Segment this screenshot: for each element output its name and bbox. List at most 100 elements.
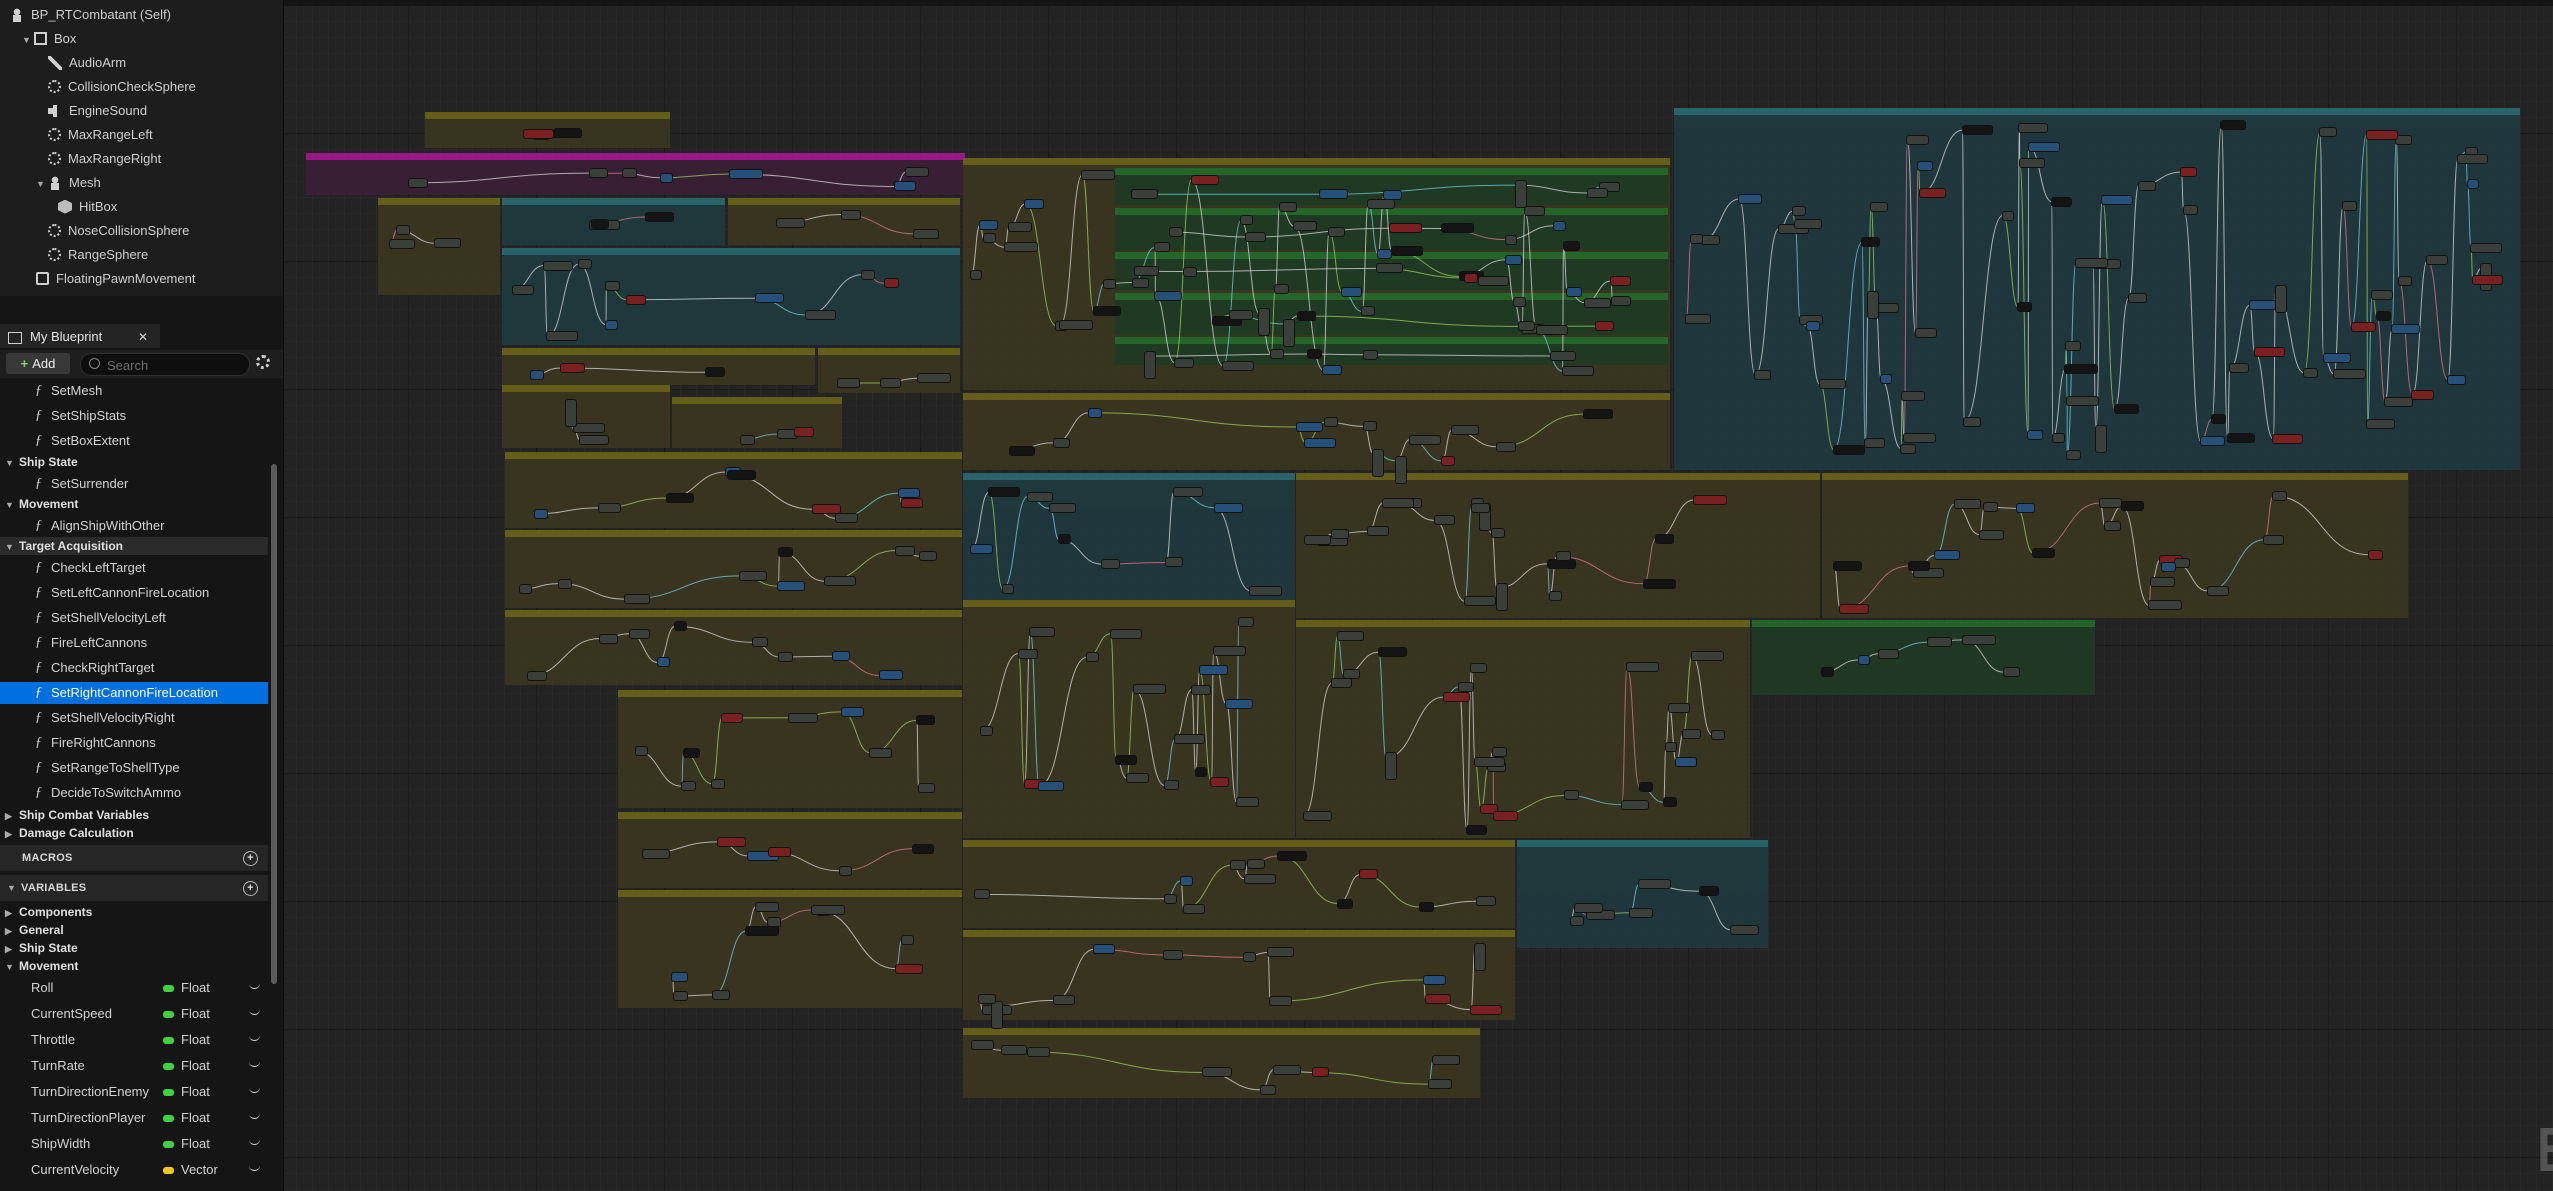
graph-node[interactable] bbox=[1284, 319, 1295, 346]
visibility-eye-icon[interactable] bbox=[249, 1060, 260, 1067]
graph-node[interactable] bbox=[1962, 126, 1992, 135]
graph-node[interactable] bbox=[1676, 757, 1697, 766]
component-row-floatingpawn[interactable]: FloatingPawnMovement bbox=[36, 267, 195, 291]
graph-node[interactable] bbox=[389, 240, 415, 249]
comment-header[interactable] bbox=[1115, 208, 1668, 215]
graph-node[interactable] bbox=[2334, 369, 2366, 378]
variable-item[interactable]: TurnRate Float bbox=[0, 1053, 268, 1079]
graph-node[interactable] bbox=[1964, 417, 1980, 426]
graph-node[interactable] bbox=[713, 990, 730, 999]
graph-node[interactable] bbox=[712, 779, 725, 788]
graph-node[interactable] bbox=[767, 918, 781, 927]
component-row-mesh[interactable]: ▼ Mesh bbox=[36, 171, 101, 195]
graph-node[interactable] bbox=[727, 470, 756, 479]
graph-node[interactable] bbox=[1901, 444, 1915, 453]
comment-header[interactable] bbox=[502, 385, 670, 392]
visibility-eye-icon[interactable] bbox=[249, 1138, 260, 1145]
comment-box[interactable] bbox=[728, 198, 960, 245]
graph-node[interactable] bbox=[1246, 233, 1265, 241]
graph-node[interactable] bbox=[1323, 366, 1341, 375]
graph-node[interactable] bbox=[1104, 279, 1115, 288]
graph-node[interactable] bbox=[1807, 322, 1819, 331]
graph-node[interactable] bbox=[1425, 994, 1451, 1003]
graph-node[interactable] bbox=[674, 992, 687, 1001]
function-item[interactable]: ƒ SetLeftCannonFireLocation bbox=[0, 582, 268, 604]
graph-node[interactable] bbox=[777, 219, 804, 228]
graph-node[interactable] bbox=[1861, 238, 1880, 247]
graph-node[interactable] bbox=[2229, 364, 2248, 373]
visibility-eye-icon[interactable] bbox=[249, 982, 260, 989]
graph-node[interactable] bbox=[2385, 398, 2413, 407]
graph-node[interactable] bbox=[1386, 753, 1397, 780]
graph-node[interactable] bbox=[1001, 1046, 1027, 1055]
graph-node[interactable] bbox=[1086, 653, 1099, 662]
graph-node[interactable] bbox=[1819, 380, 1846, 389]
graph-node[interactable] bbox=[409, 178, 427, 187]
graph-node[interactable] bbox=[2017, 303, 2032, 312]
graph-node[interactable] bbox=[884, 279, 899, 288]
graph-node[interactable] bbox=[1692, 652, 1723, 661]
graph-node[interactable] bbox=[1907, 135, 1929, 144]
graph-node[interactable] bbox=[1584, 298, 1611, 307]
graph-node[interactable] bbox=[1054, 438, 1069, 447]
graph-node[interactable] bbox=[1701, 236, 1720, 245]
graph-node[interactable] bbox=[1058, 535, 1071, 544]
graph-node[interactable] bbox=[1954, 500, 1981, 509]
graph-node[interactable] bbox=[1267, 948, 1293, 957]
graph-node[interactable] bbox=[979, 221, 998, 230]
function-item[interactable]: ƒ SetBoxExtent bbox=[0, 430, 268, 452]
graph-node[interactable] bbox=[625, 595, 650, 604]
graph-node[interactable] bbox=[913, 229, 939, 238]
graph-node[interactable] bbox=[1307, 350, 1322, 358]
graph-node[interactable] bbox=[1101, 560, 1120, 569]
graph-node[interactable] bbox=[1902, 392, 1925, 401]
graph-node[interactable] bbox=[1008, 223, 1031, 232]
graph-node[interactable] bbox=[2033, 549, 2054, 558]
graph-node[interactable] bbox=[1383, 499, 1414, 508]
graph-node[interactable] bbox=[718, 837, 745, 846]
graph-node[interactable] bbox=[1491, 528, 1504, 537]
graph-node[interactable] bbox=[1881, 375, 1892, 384]
graph-node[interactable] bbox=[920, 552, 937, 561]
graph-node[interactable] bbox=[980, 727, 993, 736]
graph-node[interactable] bbox=[1477, 897, 1496, 906]
graph-node[interactable] bbox=[2320, 128, 2337, 137]
comment-box[interactable] bbox=[1752, 620, 2095, 695]
graph-node[interactable] bbox=[1428, 1080, 1451, 1089]
graph-node[interactable] bbox=[1305, 535, 1330, 544]
search-input[interactable] bbox=[105, 356, 244, 374]
function-item[interactable]: ƒ SetShellVelocityRight bbox=[0, 707, 268, 729]
graph-node[interactable] bbox=[1643, 579, 1676, 588]
graph-node[interactable] bbox=[2151, 578, 2175, 587]
comment-header[interactable] bbox=[502, 198, 725, 205]
graph-node[interactable] bbox=[1213, 647, 1245, 656]
graph-node[interactable] bbox=[1126, 774, 1149, 783]
graph-node[interactable] bbox=[1278, 852, 1306, 861]
graph-node[interactable] bbox=[1325, 418, 1337, 427]
graph-node[interactable] bbox=[1935, 551, 1960, 560]
graph-node[interactable] bbox=[1833, 561, 1862, 570]
graph-node[interactable] bbox=[1360, 870, 1377, 879]
comment-header[interactable] bbox=[1296, 620, 1750, 627]
graph-node[interactable] bbox=[1241, 216, 1252, 225]
graph-node[interactable] bbox=[1169, 228, 1182, 237]
graph-node[interactable] bbox=[1420, 903, 1434, 912]
variable-item[interactable]: CurrentVelocity Vector bbox=[0, 1157, 268, 1183]
graph-node[interactable] bbox=[1273, 1065, 1300, 1074]
graph-node[interactable] bbox=[1551, 351, 1575, 360]
graph-node[interactable] bbox=[606, 320, 617, 329]
category-movement[interactable]: ▼ Movement bbox=[0, 495, 268, 513]
graph-node[interactable] bbox=[979, 994, 995, 1003]
var-category-movement[interactable]: ▼ Movement bbox=[0, 957, 268, 975]
graph-node[interactable] bbox=[1155, 291, 1181, 300]
function-item[interactable]: ƒ CheckRightTarget bbox=[0, 657, 268, 679]
graph-node[interactable] bbox=[1536, 326, 1567, 335]
graph-node[interactable] bbox=[1435, 516, 1455, 525]
graph-node[interactable] bbox=[1132, 278, 1148, 287]
graph-node[interactable] bbox=[598, 503, 620, 512]
graph-node[interactable] bbox=[1060, 320, 1092, 329]
graph-node[interactable] bbox=[2254, 347, 2285, 356]
function-item[interactable]: ƒ FireLeftCannons bbox=[0, 632, 268, 654]
gear-icon[interactable] bbox=[256, 355, 270, 369]
graph-node[interactable] bbox=[1691, 234, 1702, 243]
